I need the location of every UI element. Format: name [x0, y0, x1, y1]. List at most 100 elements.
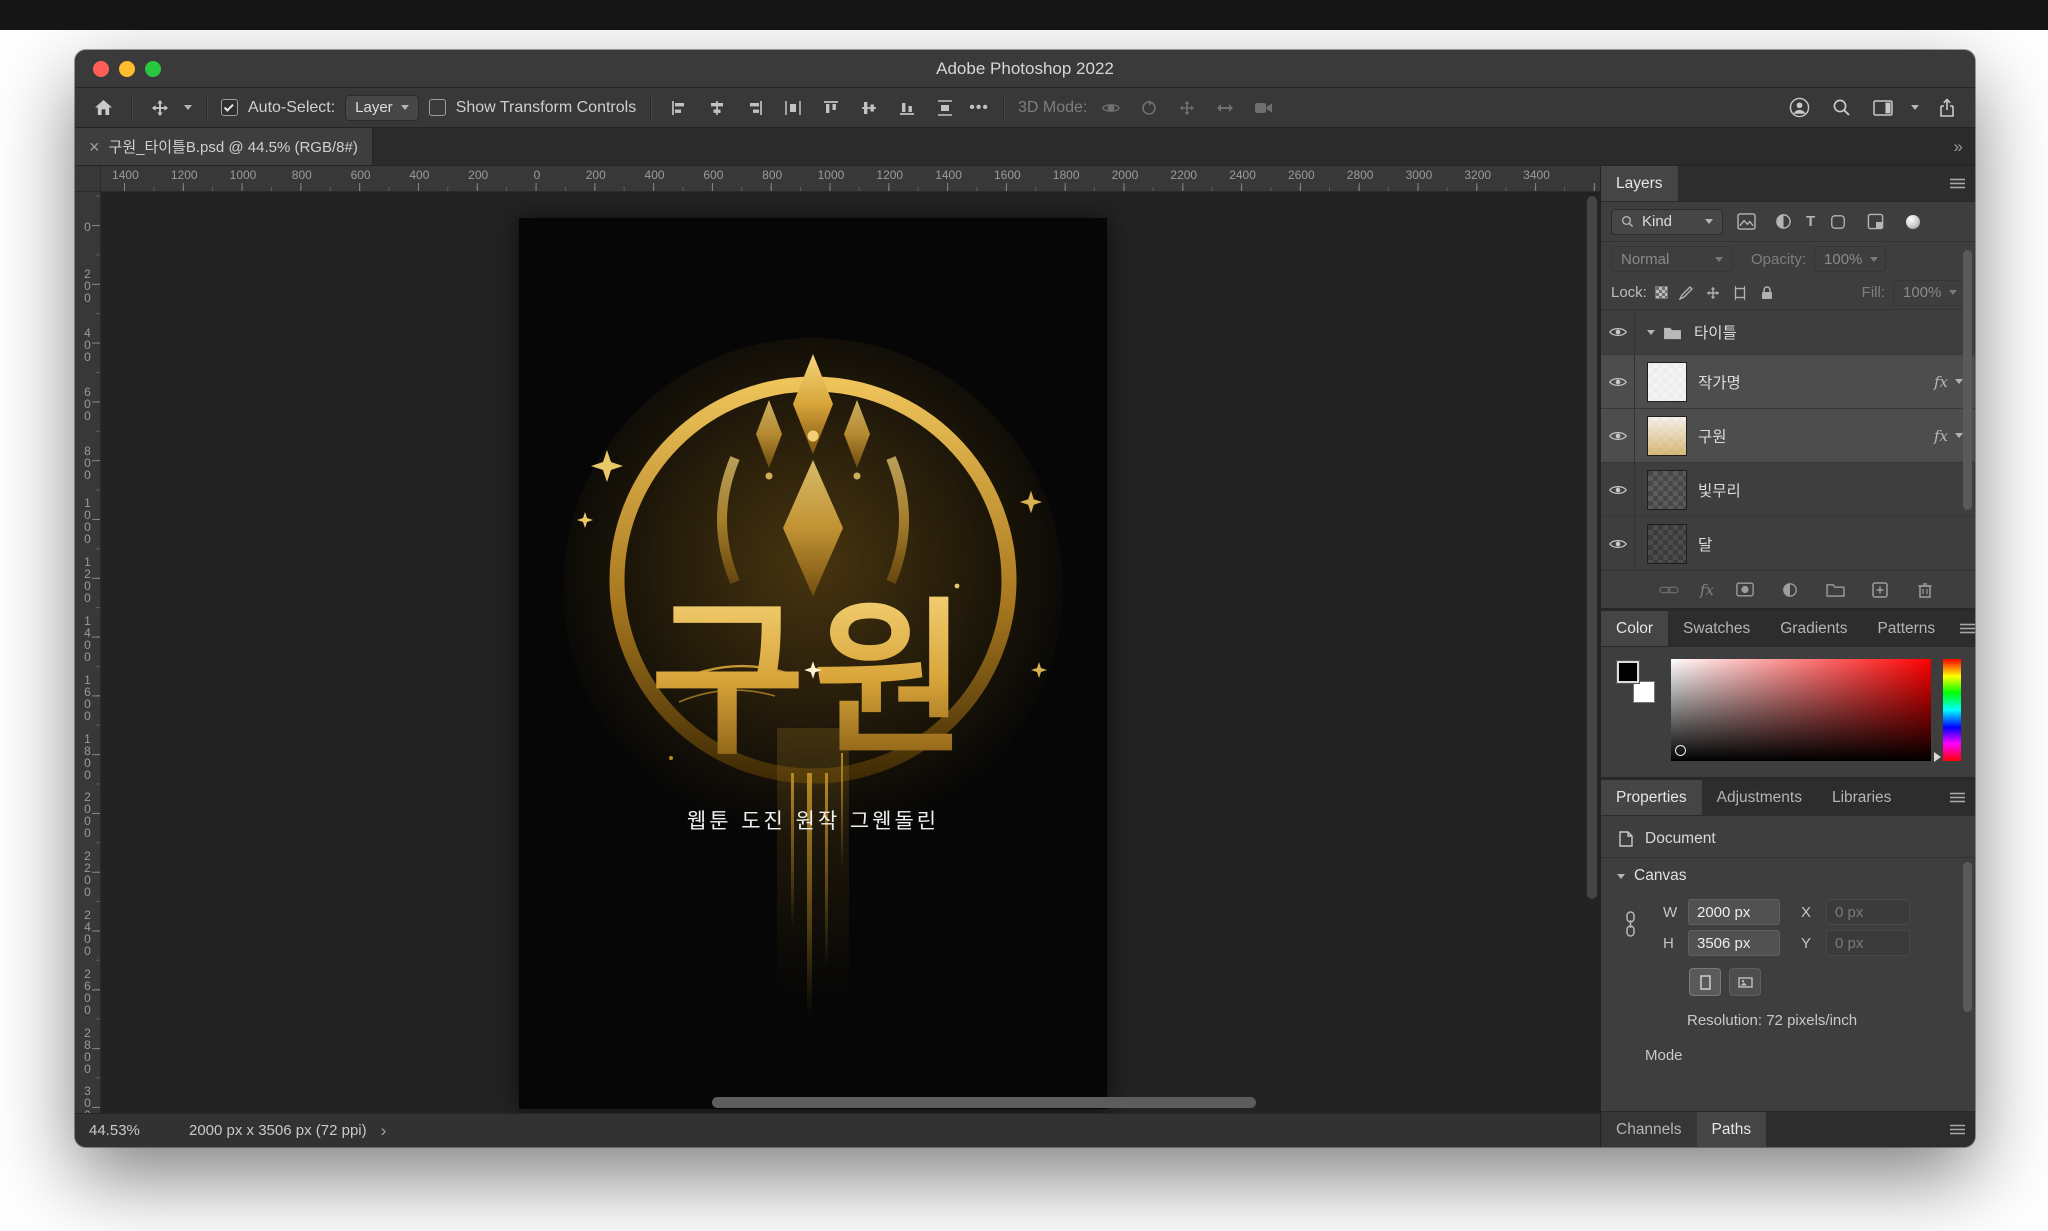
document-viewport[interactable]: 구원 웹툰 도진 원작 그웬돌린 — [101, 192, 1600, 1113]
opacity-select[interactable]: 100% — [1814, 246, 1886, 272]
tab-swatches[interactable]: Swatches — [1668, 611, 1765, 646]
tab-paths[interactable]: Paths — [1697, 1112, 1767, 1147]
ruler-corner[interactable] — [75, 166, 101, 192]
tool-preset-chevron-icon[interactable] — [184, 105, 192, 110]
distribute-horizontal-icon[interactable] — [779, 94, 807, 122]
distribute-vertical-icon[interactable] — [931, 94, 959, 122]
background-color-swatch[interactable] — [1633, 681, 1655, 703]
horizontal-scrollbar-thumb[interactable] — [712, 1097, 1256, 1108]
delete-layer-icon[interactable] — [1911, 576, 1939, 604]
close-document-icon[interactable]: × — [89, 138, 100, 156]
lock-position-icon[interactable] — [1704, 279, 1722, 307]
vertical-ruler[interactable]: 0200400600800100012001400160018002000220… — [75, 192, 101, 1113]
lock-transparency-icon[interactable] — [1655, 286, 1668, 299]
document-tab[interactable]: × 구원_타이틀B.psd @ 44.5% (RGB/8#) — [75, 128, 373, 165]
vertical-scrollbar-thumb[interactable] — [1587, 196, 1597, 899]
x-field[interactable]: 0 px — [1826, 899, 1910, 925]
layers-scrollbar-thumb[interactable] — [1963, 250, 1972, 510]
layer-row[interactable]: 작가명 fx — [1601, 354, 1975, 408]
layer-thumbnail[interactable] — [1647, 524, 1687, 564]
properties-scrollbar-thumb[interactable] — [1963, 862, 1972, 1012]
layer-group-row[interactable]: 타이틀 — [1601, 310, 1975, 354]
home-icon[interactable] — [89, 94, 117, 122]
3d-roll-icon[interactable] — [1135, 94, 1163, 122]
layer-row[interactable]: 빛무리 — [1601, 462, 1975, 516]
align-left-edges-icon[interactable] — [665, 94, 693, 122]
group-expand-chevron-icon[interactable] — [1647, 330, 1655, 335]
tab-gradients[interactable]: Gradients — [1765, 611, 1862, 646]
horizontal-scrollbar[interactable] — [101, 1097, 1586, 1108]
3d-slide-icon[interactable] — [1211, 94, 1239, 122]
layer-thumbnail[interactable] — [1647, 470, 1687, 510]
width-field[interactable]: 2000 px — [1688, 899, 1780, 925]
filter-type-layers-icon[interactable]: T — [1806, 213, 1815, 230]
tab-adjustments[interactable]: Adjustments — [1702, 780, 1817, 815]
workspace-chevron-icon[interactable] — [1911, 105, 1919, 110]
layer-style-icon[interactable]: fx — [1700, 581, 1714, 599]
blend-mode-select[interactable]: Normal — [1611, 246, 1733, 272]
foreground-color-swatch[interactable] — [1617, 661, 1639, 683]
visibility-toggle[interactable] — [1601, 463, 1635, 516]
3d-camera-icon[interactable] — [1249, 94, 1277, 122]
layer-row[interactable]: 달 — [1601, 516, 1975, 570]
height-field[interactable]: 3506 px — [1688, 930, 1780, 956]
layer-filter-select[interactable]: Kind — [1611, 209, 1723, 235]
layer-name[interactable]: 빛무리 — [1698, 479, 1975, 501]
tab-libraries[interactable]: Libraries — [1817, 780, 1906, 815]
color-picker-handle[interactable] — [1675, 745, 1686, 756]
filter-shape-layers-icon[interactable] — [1824, 208, 1852, 236]
new-group-icon[interactable] — [1821, 576, 1849, 604]
lock-artboard-icon[interactable] — [1731, 279, 1749, 307]
auto-select-checkbox[interactable] — [221, 99, 238, 116]
zoom-level-field[interactable]: 44.53% — [89, 1122, 149, 1139]
align-right-edges-icon[interactable] — [741, 94, 769, 122]
new-adjustment-layer-icon[interactable] — [1776, 576, 1804, 604]
title-bar[interactable]: Adobe Photoshop 2022 — [75, 50, 1975, 88]
layer-thumbnail[interactable] — [1647, 416, 1687, 456]
zoom-window-button[interactable] — [145, 61, 161, 77]
3d-pan-icon[interactable] — [1173, 94, 1201, 122]
constrain-proportions-icon[interactable] — [1625, 911, 1636, 937]
tab-color[interactable]: Color — [1601, 611, 1668, 646]
saturation-brightness-field[interactable] — [1671, 659, 1931, 761]
panel-menu-icon[interactable] — [1950, 611, 1975, 646]
portrait-orientation-button[interactable] — [1689, 968, 1721, 996]
layer-name[interactable]: 달 — [1698, 533, 1975, 555]
layer-name[interactable]: 구원 — [1698, 425, 1934, 447]
tab-patterns[interactable]: Patterns — [1862, 611, 1950, 646]
y-field[interactable]: 0 px — [1826, 930, 1910, 956]
more-align-options-button[interactable]: ••• — [969, 99, 989, 117]
align-horizontal-centers-icon[interactable] — [703, 94, 731, 122]
share-icon[interactable] — [1933, 94, 1961, 122]
fill-select[interactable]: 100% — [1893, 280, 1965, 306]
move-tool-icon[interactable] — [146, 94, 174, 122]
visibility-toggle[interactable] — [1601, 355, 1635, 408]
lock-all-icon[interactable] — [1758, 279, 1776, 307]
align-vertical-centers-icon[interactable] — [855, 94, 883, 122]
layer-row[interactable]: 구원 fx — [1601, 408, 1975, 462]
vertical-scrollbar[interactable] — [1587, 192, 1597, 1093]
filter-adjustment-layers-icon[interactable] — [1769, 208, 1797, 236]
close-window-button[interactable] — [93, 61, 109, 77]
horizontal-ruler[interactable]: 1400120010008006004002000200400600800100… — [101, 166, 1600, 192]
show-transform-checkbox[interactable] — [429, 99, 446, 116]
3d-orbit-icon[interactable] — [1097, 94, 1125, 122]
filter-smart-objects-icon[interactable] — [1861, 208, 1889, 236]
auto-select-target-select[interactable]: Layer — [345, 95, 419, 121]
lock-image-brush-icon[interactable] — [1677, 279, 1695, 307]
document-canvas[interactable]: 구원 웹툰 도진 원작 그웬돌린 — [519, 218, 1107, 1109]
account-icon[interactable] — [1785, 94, 1813, 122]
canvas-section-header[interactable]: Canvas — [1601, 858, 1975, 894]
minimize-window-button[interactable] — [119, 61, 135, 77]
visibility-toggle[interactable] — [1601, 409, 1635, 462]
panel-menu-icon[interactable] — [1940, 1112, 1975, 1147]
link-layers-icon[interactable] — [1655, 576, 1683, 604]
layer-name[interactable]: 작가명 — [1698, 371, 1934, 393]
group-name[interactable]: 타이틀 — [1694, 321, 1975, 343]
search-icon[interactable] — [1827, 94, 1855, 122]
tab-properties[interactable]: Properties — [1601, 780, 1702, 815]
dock-expand-button[interactable]: » — [1942, 128, 1975, 165]
add-mask-icon[interactable] — [1731, 576, 1759, 604]
layer-filter-toggle-icon[interactable] — [1906, 215, 1920, 229]
status-options-chevron[interactable]: › — [381, 1121, 387, 1141]
